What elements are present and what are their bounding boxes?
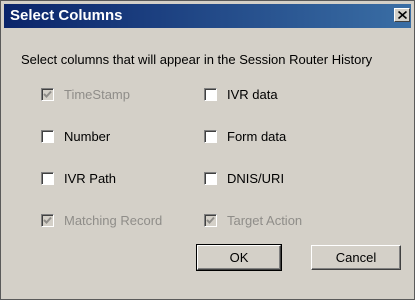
close-button[interactable]: [394, 8, 410, 22]
checkbox-label: Form data: [227, 128, 287, 144]
checkbox-box[interactable]: [204, 87, 217, 101]
checkbox-box[interactable]: [41, 129, 54, 143]
select-columns-dialog: Select Columns Select columns that will …: [0, 0, 415, 300]
checkbox-ivr-data[interactable]: IVR data: [204, 86, 278, 102]
title-bar[interactable]: Select Columns: [4, 4, 411, 28]
checkbox-label: IVR data: [227, 86, 278, 102]
checkbox-box[interactable]: [204, 171, 217, 185]
checkbox-label: Matching Record: [64, 212, 163, 228]
close-icon: [398, 11, 407, 19]
checkbox-target-action[interactable]: Target Action: [204, 212, 302, 228]
checkbox-box[interactable]: [41, 171, 54, 185]
checkbox-label: Target Action: [227, 212, 303, 228]
checkbox-matching-record[interactable]: Matching Record: [41, 212, 162, 228]
checkbox-box[interactable]: [204, 213, 217, 227]
checkbox-number[interactable]: Number: [41, 128, 110, 144]
cancel-button[interactable]: Cancel: [311, 245, 401, 270]
checkbox-timestamp[interactable]: TimeStamp: [41, 86, 130, 102]
checkbox-dnis-uri[interactable]: DNIS/URI: [204, 170, 284, 186]
checkbox-form-data[interactable]: Form data: [204, 128, 286, 144]
checkbox-label: Number: [64, 128, 111, 144]
checkmark-icon: [206, 216, 215, 224]
checkbox-label: TimeStamp: [64, 86, 130, 102]
checkbox-label: DNIS/URI: [227, 170, 285, 186]
checkbox-box[interactable]: [204, 129, 217, 143]
checkmark-icon: [43, 216, 52, 224]
checkbox-box[interactable]: [41, 213, 54, 227]
checkmark-icon: [43, 90, 52, 98]
checkbox-box[interactable]: [41, 87, 54, 101]
checkbox-label: IVR Path: [64, 170, 117, 186]
ok-button[interactable]: OK: [196, 244, 282, 271]
instructions-text: Select columns that will appear in the S…: [21, 52, 373, 67]
dialog-title: Select Columns: [10, 7, 123, 24]
checkbox-ivr-path[interactable]: IVR Path: [41, 170, 116, 186]
